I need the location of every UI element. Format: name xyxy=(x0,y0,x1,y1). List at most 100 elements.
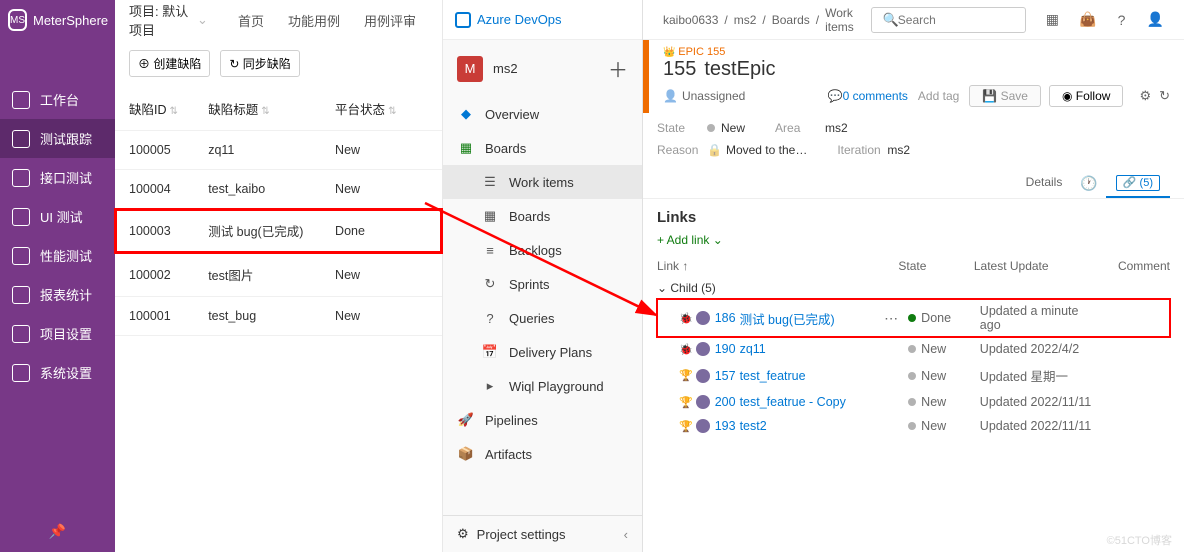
gear-icon[interactable]: ⚙ xyxy=(1139,88,1151,104)
history-icon[interactable]: 🕐 xyxy=(1072,169,1105,198)
sprints-icon: ↻ xyxy=(481,275,499,293)
queries-icon: ? xyxy=(481,309,499,327)
ms-nav: 工作台测试跟踪接口测试UI 测试性能测试报表统计项目设置系统设置 xyxy=(0,80,115,392)
link-row[interactable]: 🐞190 zq11NewUpdated 2022/4/2 xyxy=(657,337,1170,361)
sync-defect-button[interactable]: ↻ 同步缺陷 xyxy=(220,50,299,77)
boards-icon: ▦ xyxy=(457,139,475,157)
crumb-3[interactable]: Work items xyxy=(825,6,859,34)
top-link-cases[interactable]: 功能用例 xyxy=(276,11,352,30)
add-link-button[interactable]: + Add link ⌄ xyxy=(657,233,723,247)
project-settings-link[interactable]: ⚙Project settings ‹ xyxy=(443,515,642,552)
assignee[interactable]: Unassigned xyxy=(663,89,745,103)
link-row[interactable]: 🏆200 test_featrue - CopyNewUpdated 2022/… xyxy=(657,390,1170,414)
ms-nav-5[interactable]: 报表统计 xyxy=(0,275,115,314)
create-defect-button[interactable]: ⊕ 创建缺陷 xyxy=(129,50,210,77)
table-row[interactable]: 100002test图片New xyxy=(115,253,442,297)
ms-nav-6[interactable]: 项目设置 xyxy=(0,314,115,353)
ms-nav-3[interactable]: UI 测试 xyxy=(0,197,115,236)
crumb-0[interactable]: kaibo0633 xyxy=(663,13,718,27)
az-nav-backlogs[interactable]: ≡Backlogs xyxy=(443,233,642,267)
table-row[interactable]: 100004test_kaiboNew xyxy=(115,170,442,209)
save-button: 💾 Save xyxy=(969,85,1041,107)
user-icon[interactable]: 👤 xyxy=(1147,11,1164,29)
az-nav-overview[interactable]: ◆Overview xyxy=(443,97,642,131)
ms-nav-2[interactable]: 接口测试 xyxy=(0,158,115,197)
refresh-icon[interactable]: ↻ xyxy=(1159,88,1170,104)
pin-icon[interactable]: 📌 xyxy=(49,523,66,540)
ms-nav-1[interactable]: 测试跟踪 xyxy=(0,119,115,158)
ms-sidebar: MS MeterSphere 工作台测试跟踪接口测试UI 测试性能测试报表统计项… xyxy=(0,0,115,552)
nav-icon xyxy=(12,169,30,187)
epic-tag: EPIC 155 xyxy=(663,46,1170,58)
more-icon[interactable]: ⋯ xyxy=(884,310,898,327)
tab-links[interactable]: 🔗 (5) xyxy=(1106,169,1170,198)
ms-logo: MS MeterSphere xyxy=(0,0,115,40)
links-columns: Link ↑ State Latest Update Comment xyxy=(657,255,1170,277)
azure-project[interactable]: M ms2 ＋ xyxy=(443,40,642,97)
crumb-2[interactable]: Boards xyxy=(772,13,810,27)
help-icon[interactable]: ? xyxy=(1116,11,1126,29)
az-nav-queries[interactable]: ?Queries xyxy=(443,301,642,335)
top-link-home[interactable]: 首页 xyxy=(226,11,276,30)
col-status[interactable]: 平台状态⇅ xyxy=(321,87,413,131)
artifacts-icon: 📦 xyxy=(457,445,475,463)
child-group[interactable]: ⌄ Child (5) xyxy=(657,277,1170,299)
az-nav-boards[interactable]: ▦Boards xyxy=(443,131,642,165)
follow-button[interactable]: ◉ Follow xyxy=(1049,85,1124,107)
work-item-name[interactable]: testEpic xyxy=(704,58,775,81)
workitems-icon: ☰ xyxy=(481,173,499,191)
add-icon[interactable]: ＋ xyxy=(608,54,628,83)
ms-logo-icon: MS xyxy=(8,9,27,31)
trophy-icon: 🏆 xyxy=(679,369,693,382)
action-row: ⊕ 创建缺陷 ↻ 同步缺陷 xyxy=(115,40,442,87)
marketplace-icon[interactable]: ▦ xyxy=(1046,11,1059,29)
links-panel: Links + Add link ⌄ Link ↑ State Latest U… xyxy=(643,199,1184,448)
backlogs-icon: ≡ xyxy=(481,241,499,259)
person-icon xyxy=(696,342,710,356)
table-row[interactable]: 100003测试 bug(已完成)Done xyxy=(115,209,442,253)
work-item-title: 155 testEpic xyxy=(663,58,1170,81)
azure-brand[interactable]: Azure DevOps xyxy=(443,0,642,40)
person-icon xyxy=(696,369,710,383)
comments-link[interactable]: 💬 0 comments xyxy=(828,89,908,103)
shopping-icon[interactable]: 👜 xyxy=(1079,11,1096,29)
project-selector[interactable]: 项目: 默认项目 xyxy=(129,1,197,39)
azure-nav: ◆Overview▦Boards☰Work items▦Boards≡Backl… xyxy=(443,97,642,471)
links-header: Links xyxy=(657,209,1170,226)
col-id[interactable]: 缺陷ID⇅ xyxy=(115,87,194,131)
tab-details[interactable]: Details xyxy=(1016,169,1073,198)
bug-icon: 🐞 xyxy=(679,343,693,356)
nav-icon xyxy=(12,286,30,304)
az-nav-workitems[interactable]: ☰Work items xyxy=(443,165,642,199)
ms-nav-0[interactable]: 工作台 xyxy=(0,80,115,119)
add-tag-button[interactable]: Add tag xyxy=(918,89,959,103)
az-nav-delivery[interactable]: 📅Delivery Plans xyxy=(443,335,642,369)
az-nav-wiql[interactable]: ▸Wiql Playground xyxy=(443,369,642,403)
project-name: ms2 xyxy=(493,61,518,76)
table-row[interactable]: 100001test_bugNew xyxy=(115,297,442,336)
az-nav-sprints[interactable]: ↻Sprints xyxy=(443,267,642,301)
az-nav-artifacts[interactable]: 📦Artifacts xyxy=(443,437,642,471)
az-nav-pipelines[interactable]: 🚀Pipelines xyxy=(443,403,642,437)
col-title[interactable]: 缺陷标题⇅ xyxy=(194,87,321,131)
nav-icon xyxy=(12,247,30,265)
project-icon: M xyxy=(457,56,483,82)
nav-icon xyxy=(12,208,30,226)
ms-nav-7[interactable]: 系统设置 xyxy=(0,353,115,392)
crumb-1[interactable]: ms2 xyxy=(734,13,757,27)
trophy-icon: 🏆 xyxy=(679,396,693,409)
table-row[interactable]: 100005zq11New xyxy=(115,131,442,170)
ms-content: 项目: 默认项目 ⌄ 首页 功能用例 用例评审 ⊕ 创建缺陷 ↻ 同步缺陷 缺陷… xyxy=(115,0,443,552)
link-row[interactable]: 🏆157 test_featrueNewUpdated 星期一 xyxy=(657,361,1170,390)
az-nav-boards2[interactable]: ▦Boards xyxy=(443,199,642,233)
top-link-review[interactable]: 用例评审 xyxy=(352,11,428,30)
boards2-icon: ▦ xyxy=(481,207,499,225)
search-wrap: 🔍 xyxy=(871,7,1026,33)
search-icon: 🔍 xyxy=(883,12,899,28)
link-row[interactable]: 🏆193 test2NewUpdated 2022/11/11 xyxy=(657,414,1170,438)
person-icon xyxy=(696,419,710,433)
bug-icon: 🐞 xyxy=(679,312,693,325)
work-item-id: 155 xyxy=(663,58,696,81)
link-row[interactable]: 🐞186 测试 bug(已完成)⋯DoneUpdated a minute ag… xyxy=(657,299,1170,337)
ms-nav-4[interactable]: 性能测试 xyxy=(0,236,115,275)
